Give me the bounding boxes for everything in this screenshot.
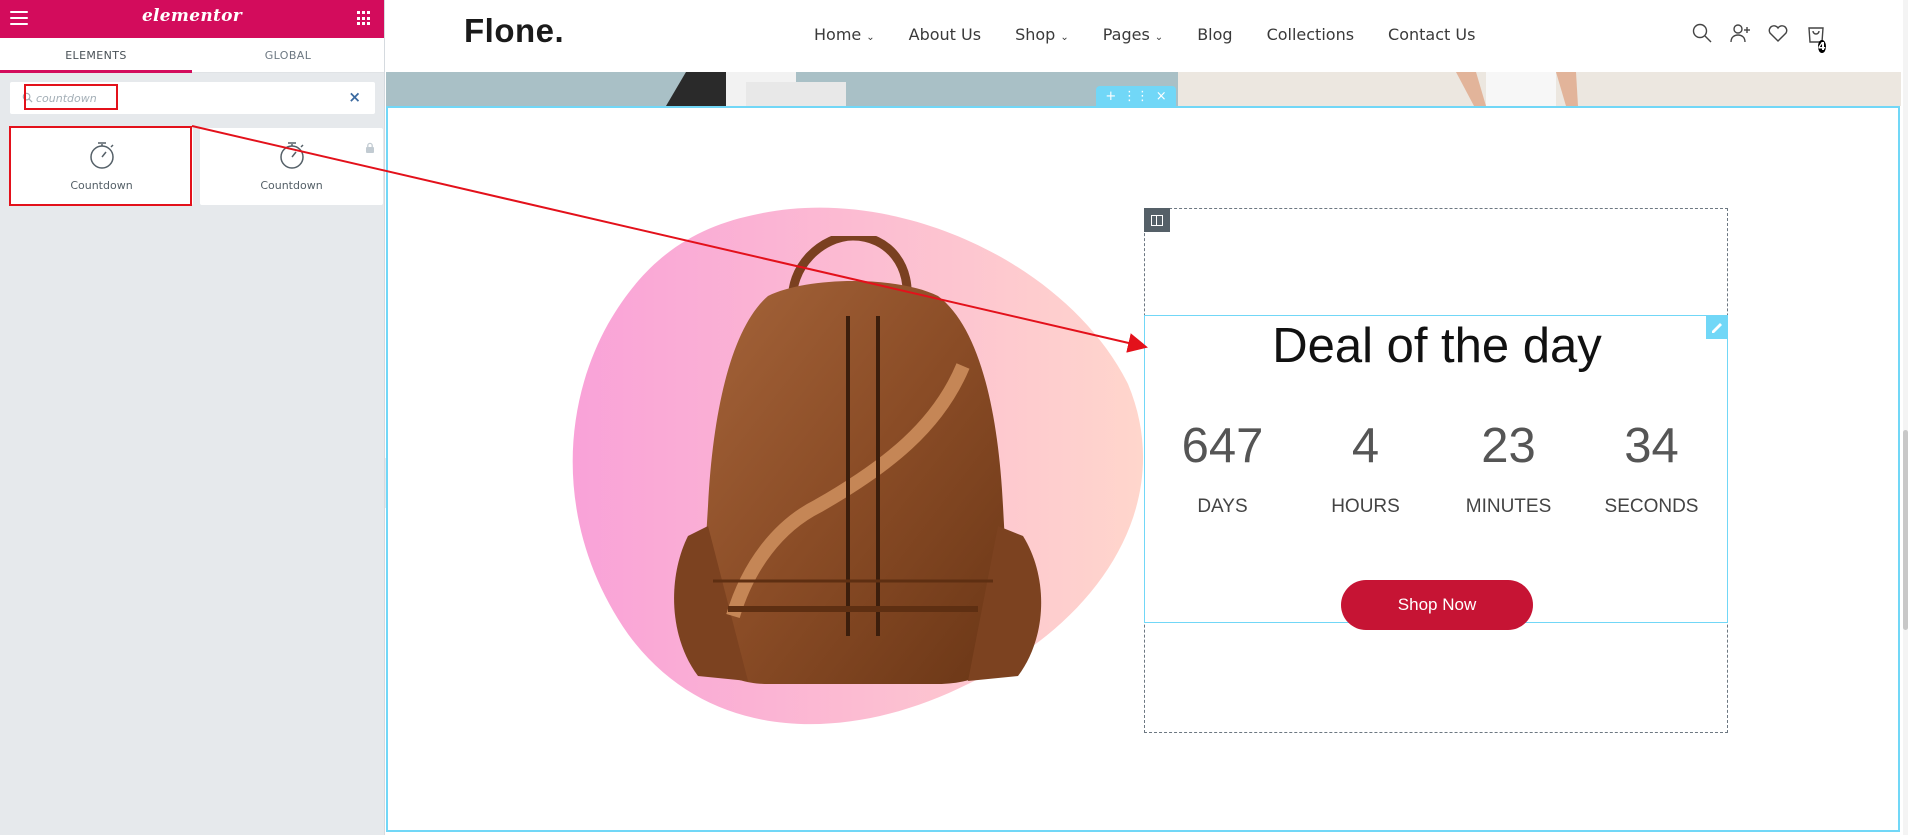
search-icon[interactable] xyxy=(1691,22,1713,44)
countdown-minutes: 23 MINUTES xyxy=(1439,418,1579,518)
clear-search-icon[interactable]: × xyxy=(348,88,361,106)
hero-model-image xyxy=(666,72,846,106)
countdown-column[interactable]: Deal of the day 647 DAYS 4 HOURS 23 MINU xyxy=(1144,208,1728,733)
countdown-hours-label: HOURS xyxy=(1331,496,1400,517)
preview-scrollbar[interactable] xyxy=(1903,0,1908,835)
chevron-down-icon: ⌄ xyxy=(866,32,875,43)
countdown-seconds-value: 34 xyxy=(1624,419,1679,473)
shop-now-button[interactable]: Shop Now xyxy=(1341,580,1533,630)
countdown-days-value: 647 xyxy=(1181,419,1264,473)
elementor-logo: elementor xyxy=(141,6,243,26)
chevron-down-icon: ⌄ xyxy=(1154,32,1164,43)
deal-section[interactable]: Deal of the day 647 DAYS 4 HOURS 23 MINU xyxy=(386,106,1900,832)
nav-collections[interactable]: Collections xyxy=(1267,25,1354,44)
countdown-timer: 647 DAYS 4 HOURS 23 MINUTES 34 SECONDS xyxy=(1145,418,1729,518)
nav-contact[interactable]: Contact Us xyxy=(1388,25,1475,44)
section-toolbar[interactable]: + ⋮⋮ × xyxy=(1096,86,1176,106)
countdown-seconds-label: SECONDS xyxy=(1604,496,1699,517)
cart-count-badge: 4 xyxy=(1818,40,1826,53)
countdown-seconds: 34 SECONDS xyxy=(1582,418,1722,518)
nav-pages[interactable]: Pages ⌄ xyxy=(1103,25,1163,44)
page-preview: Flone. Home ⌄ About Us Shop ⌄ Pages ⌄ Blog … xyxy=(386,0,1908,835)
countdown-minutes-label: MINUTES xyxy=(1465,496,1552,517)
heart-icon[interactable] xyxy=(1767,22,1789,44)
panel-header: elementor xyxy=(0,0,384,38)
elementor-editor: elementor ELEMENTS GLOBAL × xyxy=(0,0,1908,835)
elementor-panel: elementor ELEMENTS GLOBAL × xyxy=(0,0,385,835)
annotation-highlight-widget xyxy=(9,126,192,206)
widget-label: Countdown xyxy=(260,179,323,192)
deal-title: Deal of the day xyxy=(1272,319,1602,373)
nav-home[interactable]: Home ⌄ xyxy=(814,25,875,44)
tab-global[interactable]: GLOBAL xyxy=(192,38,384,72)
site-logo[interactable]: Flone. xyxy=(464,12,564,50)
countdown-widget-preview[interactable]: Deal of the day 647 DAYS 4 HOURS 23 MINU xyxy=(1144,315,1729,630)
lock-icon xyxy=(366,142,374,153)
chevron-down-icon: ⌄ xyxy=(1060,32,1069,43)
countdown-minutes-value: 23 xyxy=(1481,419,1536,473)
countdown-days: 647 DAYS xyxy=(1153,418,1293,518)
nav-about[interactable]: About Us xyxy=(909,25,981,44)
panel-tabs: ELEMENTS GLOBAL xyxy=(0,38,384,73)
nav-shop[interactable]: Shop ⌄ xyxy=(1015,25,1069,44)
stopwatch-icon xyxy=(279,142,304,169)
header-icons: 4 xyxy=(1691,22,1827,53)
add-section-icon[interactable]: + xyxy=(1105,89,1116,104)
widgets-grid-icon[interactable] xyxy=(357,11,372,26)
column-handle-icon[interactable] xyxy=(1144,208,1170,232)
site-header: Flone. Home ⌄ About Us Shop ⌄ Pages ⌄ Blog … xyxy=(386,0,1901,72)
countdown-days-label: DAYS xyxy=(1197,496,1248,517)
main-nav: Home ⌄ About Us Shop ⌄ Pages ⌄ Blog Collect… xyxy=(814,25,1475,44)
brown-backpack-image xyxy=(674,236,1042,684)
drag-handle-icon[interactable]: ⋮⋮ xyxy=(1123,89,1149,104)
cart-icon[interactable]: 4 xyxy=(1805,22,1827,53)
countdown-hours: 4 HOURS xyxy=(1296,418,1436,518)
countdown-hours-value: 4 xyxy=(1351,419,1380,473)
nav-blog[interactable]: Blog xyxy=(1197,25,1232,44)
annotation-highlight-search xyxy=(24,84,118,110)
hero-model-image xyxy=(1456,72,1578,106)
tab-elements[interactable]: ELEMENTS xyxy=(0,38,192,73)
delete-section-icon[interactable]: × xyxy=(1156,89,1167,104)
countdown-pro-widget[interactable]: Countdown xyxy=(200,128,383,205)
user-add-icon[interactable] xyxy=(1729,22,1751,44)
